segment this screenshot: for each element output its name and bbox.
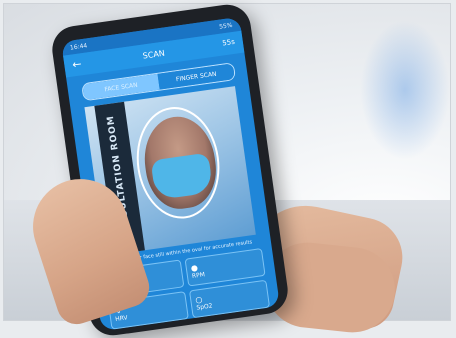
app-title: SCAN: [142, 48, 166, 61]
tab-face-scan[interactable]: FACE SCAN: [82, 73, 160, 101]
back-arrow-icon[interactable]: ←: [72, 57, 83, 72]
status-battery: 55%: [218, 21, 233, 31]
face-guide-oval: [129, 101, 227, 224]
status-time: 16:44: [69, 41, 88, 52]
metric-spo2: ○ SpO2: [188, 279, 271, 319]
scan-timer: 55s: [221, 37, 236, 48]
tab-finger-scan[interactable]: FINGER SCAN: [157, 63, 235, 90]
